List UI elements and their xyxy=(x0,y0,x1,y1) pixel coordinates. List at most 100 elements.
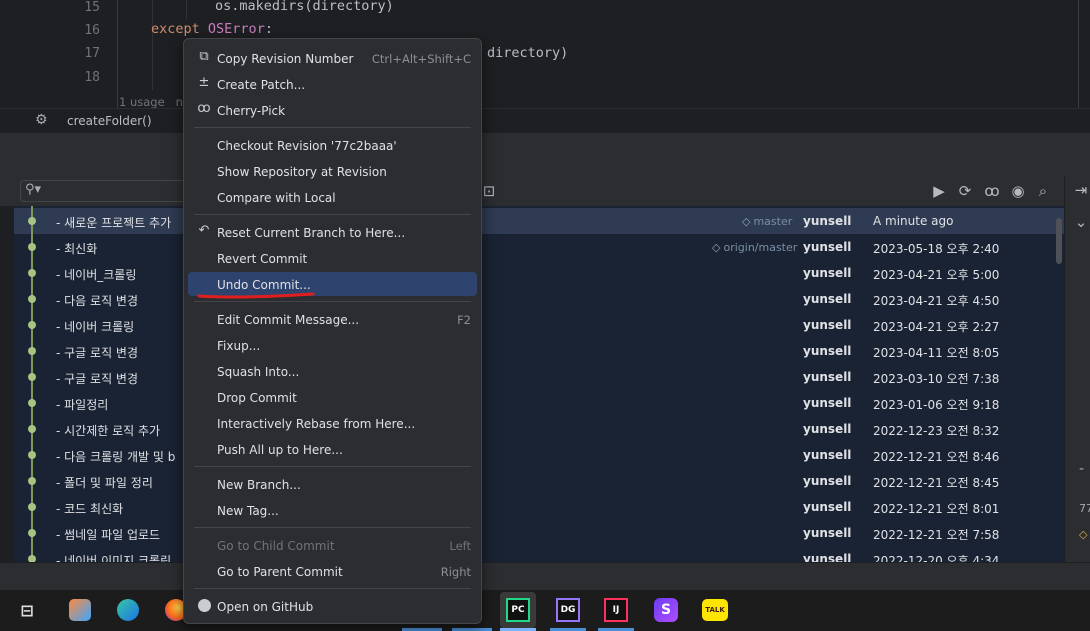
kakao-label: TALK xyxy=(702,599,728,621)
new-tab-icon[interactable]: ⊡ xyxy=(479,181,499,201)
refresh-icon[interactable]: ⟳ xyxy=(955,181,975,201)
log-search-input[interactable]: ⚲▾ xyxy=(20,180,190,202)
log-scrollbar[interactable] xyxy=(1056,218,1062,264)
commit-author: yunsell xyxy=(803,552,852,562)
kakaotalk-icon[interactable]: TALK xyxy=(697,592,733,628)
edge-icon[interactable] xyxy=(110,592,146,628)
menu-item-revert-commit[interactable]: Revert Commit xyxy=(188,246,477,270)
tag-icon: ◇ xyxy=(712,241,721,254)
commit-message: - 구글 로직 변경 xyxy=(56,372,139,386)
table-row[interactable]: - 폴더 및 파일 정리 yunsell 2022-12-21 오전 8:45 xyxy=(14,468,1064,494)
commit-graph-node xyxy=(28,373,36,381)
menu-item-open-github[interactable]: Open on GitHub xyxy=(188,594,477,618)
datagrip-icon[interactable]: DG xyxy=(550,592,586,628)
menu-item-fixup[interactable]: Fixup... xyxy=(188,333,477,357)
commit-graph-node xyxy=(28,217,36,225)
copy-icon: ⧉ xyxy=(199,49,209,64)
table-row[interactable]: - 네이버_크롤링 yunsell 2023-04-21 오후 5:00 xyxy=(14,260,1064,286)
commit-message: - 다음 크롤링 개발 및 b xyxy=(56,450,176,464)
menu-item-checkout-revision[interactable]: Checkout Revision '77c2baaa' xyxy=(188,133,477,157)
menu-item-label: Squash Into... xyxy=(217,365,300,379)
menu-separator xyxy=(194,214,471,215)
table-row[interactable]: - 네이버 이미지 크롤링 yunsell 2022-12-20 오후 4:34 xyxy=(14,546,1064,562)
eye-icon[interactable]: ◉ xyxy=(1008,181,1028,201)
commit-message: - 네이버_크롤링 xyxy=(56,268,137,282)
commit-graph-node xyxy=(28,399,36,407)
table-row[interactable]: - 코드 최신화 yunsell 2022-12-21 오전 8:01 xyxy=(14,494,1064,520)
class-oserror: OSError xyxy=(207,21,265,37)
menu-item-shortcut: Right xyxy=(440,565,471,579)
branch-ref-label: origin/master xyxy=(723,241,798,254)
menu-item-reset-branch[interactable]: ↶ Reset Current Branch to Here... xyxy=(188,220,477,244)
commit-graph-node xyxy=(28,269,36,277)
commit-author: yunsell xyxy=(803,240,852,254)
menu-item-label: Copy Revision Number xyxy=(217,52,354,66)
menu-item-go-to-child[interactable]: Go to Child Commit Left xyxy=(188,533,477,557)
table-row[interactable]: - 다음 크롤링 개발 및 b yunsell 2022-12-21 오전 8:… xyxy=(14,442,1064,468)
github-icon xyxy=(196,597,212,615)
collapse-icon[interactable]: ⇥ xyxy=(1071,180,1090,200)
run-icon[interactable]: ▶ xyxy=(929,181,949,201)
menu-item-label: Edit Commit Message... xyxy=(217,313,360,327)
table-row[interactable]: - 새로운 프로젝트 추가 ◇ master yunsell A minute a… xyxy=(14,208,1064,234)
cherry-pick-icon[interactable]: ꝏ xyxy=(982,181,1002,201)
commit-author: yunsell xyxy=(803,266,852,280)
chevron-down-icon[interactable]: ⌄ xyxy=(1071,212,1090,232)
menu-item-label: Reset Current Branch to Here... xyxy=(217,226,406,240)
intellij-icon[interactable]: IJ xyxy=(598,592,634,628)
menu-item-cherry-pick[interactable]: ꝏ Cherry-Pick xyxy=(188,98,477,122)
menu-item-label: Push All up to Here... xyxy=(217,443,343,457)
menu-item-compare-local[interactable]: Compare with Local xyxy=(188,185,477,209)
search-icon[interactable]: ⌕ xyxy=(1033,181,1053,201)
menu-item-go-to-parent[interactable]: Go to Parent Commit Right xyxy=(188,559,477,583)
line-number: 15 xyxy=(84,0,100,15)
menu-item-show-repository[interactable]: Show Repository at Revision xyxy=(188,159,477,183)
table-row[interactable]: - 구글 로직 변경 yunsell 2023-03-10 오전 7:38 xyxy=(14,364,1064,390)
indent-guide xyxy=(152,0,153,90)
commit-date: 2022-12-21 오전 8:46 xyxy=(873,450,1000,464)
line-number: 17 xyxy=(84,46,100,61)
keyword-except: except xyxy=(151,21,200,37)
line-number: 18 xyxy=(84,70,100,85)
indent-guide xyxy=(186,0,187,20)
menu-item-push-up-to-here[interactable]: Push All up to Here... xyxy=(188,437,477,461)
table-row[interactable]: - 파일정리 yunsell 2023-01-06 오전 9:18 xyxy=(14,390,1064,416)
commit-graph-node xyxy=(28,555,36,562)
commit-date: 2022-12-21 오전 7:58 xyxy=(873,528,1000,542)
menu-item-drop-commit[interactable]: Drop Commit xyxy=(188,385,477,409)
commit-log-table[interactable]: - 새로운 프로젝트 추가 ◇ master yunsell A minute a… xyxy=(14,206,1064,562)
menu-item-copy-revision[interactable]: ⧉ Copy Revision Number Ctrl+Alt+Shift+C xyxy=(188,46,477,70)
commit-graph-node xyxy=(28,529,36,537)
menu-item-label: Revert Commit xyxy=(217,252,308,266)
menu-item-new-tag[interactable]: New Tag... xyxy=(188,498,477,522)
table-row[interactable]: - 시간제한 로직 추가 yunsell 2022-12-23 오전 8:32 xyxy=(14,416,1064,442)
menu-item-shortcut: F2 xyxy=(457,313,471,327)
red-underline-annotation xyxy=(197,292,315,299)
menu-item-shortcut: Left xyxy=(449,539,471,553)
task-view-icon[interactable]: ⊟ xyxy=(9,592,45,628)
menu-item-edit-message[interactable]: Edit Commit Message... F2 xyxy=(188,307,477,331)
hancom-icon[interactable] xyxy=(62,592,98,628)
table-row[interactable]: - 최신화 ◇ origin/master yunsell 2023-05-18 … xyxy=(14,234,1064,260)
breadcrumb-function[interactable]: createFolder() xyxy=(67,114,152,128)
slack-like-icon[interactable]: S xyxy=(648,592,684,628)
breadcrumb: ⚙ createFolder() xyxy=(0,108,1090,132)
gear-icon[interactable]: ⚙ xyxy=(35,112,48,128)
table-row[interactable]: - 썸네일 파일 업로드 yunsell 2022-12-21 오전 7:58 xyxy=(14,520,1064,546)
table-row[interactable]: - 구글 로직 변경 yunsell 2023-04-11 오전 8:05 xyxy=(14,338,1064,364)
branch-ref-label: master xyxy=(753,215,793,228)
commit-date: 2023-04-21 오후 2:27 xyxy=(873,320,1000,334)
menu-item-create-patch[interactable]: ± Create Patch... xyxy=(188,72,477,96)
menu-item-new-branch[interactable]: New Branch... xyxy=(188,472,477,496)
pycharm-icon[interactable]: PC xyxy=(500,592,536,628)
usage-hint[interactable]: 1 usage n xyxy=(119,95,183,108)
menu-item-interactive-rebase[interactable]: Interactively Rebase from Here... xyxy=(188,411,477,435)
menu-item-label: Checkout Revision '77c2baaa' xyxy=(217,139,397,153)
table-row[interactable]: - 다음 로직 변경 yunsell 2023-04-21 오후 4:50 xyxy=(14,286,1064,312)
commit-date: 2023-05-18 오후 2:40 xyxy=(873,242,1000,256)
menu-item-squash[interactable]: Squash Into... xyxy=(188,359,477,383)
code-editor[interactable]: 15 16 17 18 os.makedirs(directory) excep… xyxy=(0,0,1090,108)
commit-date: 2023-04-21 오후 5:00 xyxy=(873,268,1000,282)
table-row[interactable]: - 네이버 크롤링 yunsell 2023-04-21 오후 2:27 xyxy=(14,312,1064,338)
commit-author: yunsell xyxy=(803,448,852,462)
